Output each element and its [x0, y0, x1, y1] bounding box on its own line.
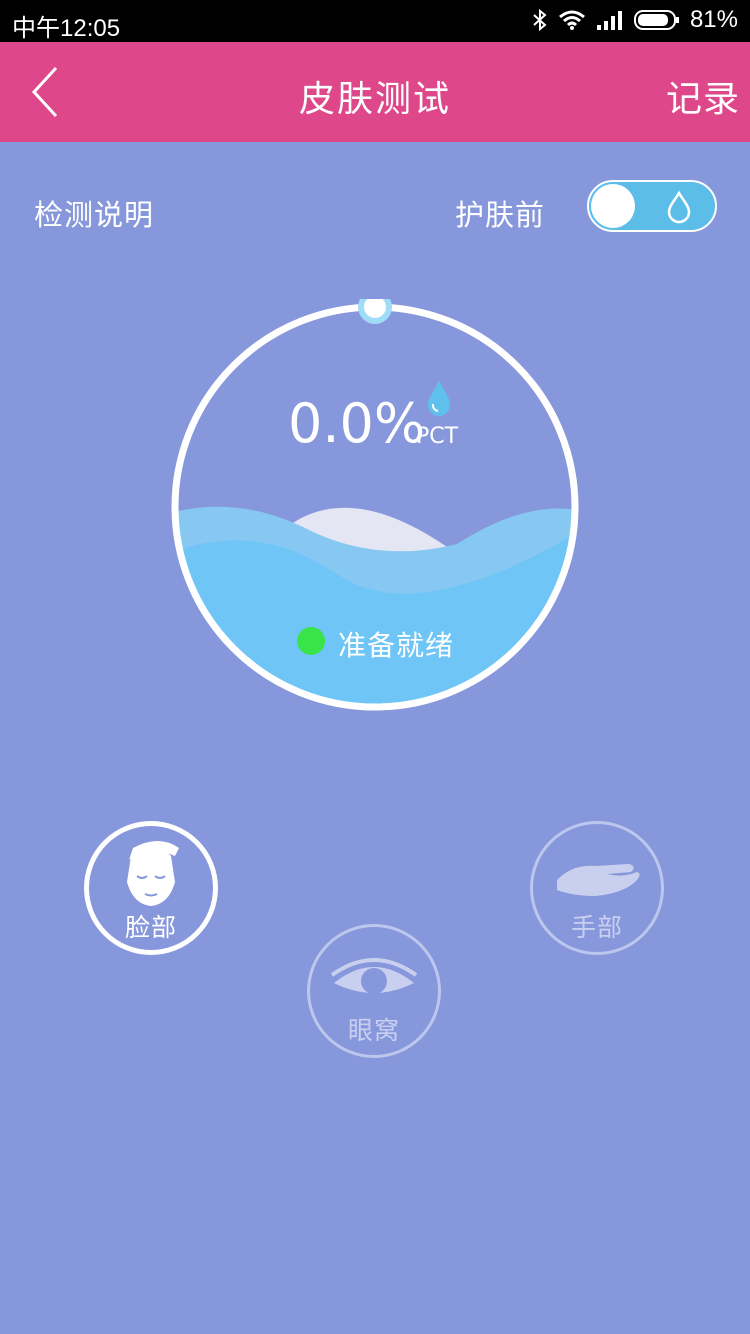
- status-text: 准备就绪: [338, 629, 455, 662]
- toggle-knob: [591, 184, 635, 228]
- status-time: 中午12:05: [12, 15, 121, 42]
- water-drop-icon: [665, 190, 693, 228]
- skincare-mode-toggle[interactable]: [587, 180, 717, 232]
- page-title: 皮肤测试: [298, 79, 451, 120]
- instructions-link[interactable]: 检测说明: [34, 192, 154, 234]
- zone-face-button[interactable]: 脸部: [84, 821, 218, 955]
- wifi-icon: [558, 9, 586, 31]
- battery-percent: 81%: [689, 6, 738, 33]
- zone-eye-label: 眼窝: [347, 1016, 400, 1045]
- zone-eye-button[interactable]: 眼窝: [307, 924, 441, 1058]
- record-button[interactable]: 记录: [666, 70, 740, 122]
- moisture-unit: PCT: [416, 424, 459, 449]
- water-drop-icon: [424, 378, 454, 422]
- status-indicator: [297, 627, 325, 655]
- zone-hand-label: 手部: [570, 913, 623, 942]
- nav-bar: 皮肤测试 记录: [0, 42, 750, 142]
- moisture-value: 0.0%: [288, 392, 426, 455]
- status-bar: 中午12:05 81%: [0, 0, 750, 42]
- battery-icon: [633, 9, 680, 31]
- signal-icon: [596, 9, 624, 31]
- status-icons: 81%: [532, 6, 738, 34]
- bluetooth-icon: [532, 8, 548, 32]
- zone-hand-button[interactable]: 手部: [530, 821, 664, 955]
- zone-face-label: 脸部: [124, 913, 177, 942]
- mode-label: 护肤前: [455, 198, 546, 232]
